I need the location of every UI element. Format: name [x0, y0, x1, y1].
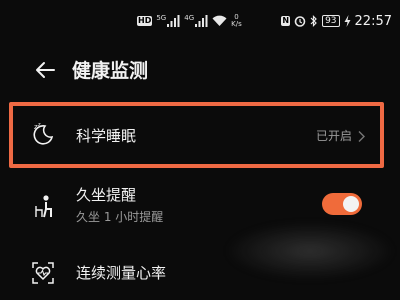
chevron-right-icon: [357, 128, 366, 142]
svg-text:z: z: [38, 122, 41, 128]
sleep-moon-icon: z z: [30, 120, 56, 146]
status-bar-right: N 93 22:57: [281, 12, 392, 30]
back-arrow-icon[interactable]: [34, 59, 56, 81]
toggle-knob: [343, 196, 359, 212]
list-item-heart-rate[interactable]: 连续测量心率: [0, 252, 400, 292]
clock: 22:57: [354, 13, 392, 29]
status-bar-left: HD 5G 4G 0 K/s: [137, 13, 242, 29]
signal-icon: 5G: [156, 15, 180, 27]
signal-icon: 4G: [184, 15, 208, 27]
page-title: 健康监测: [72, 60, 149, 82]
item-title: 连续测量心率: [76, 264, 167, 282]
speed-unit: K/s: [231, 20, 242, 28]
heart-rate-icon: [30, 260, 56, 286]
battery-icon: 93: [322, 15, 340, 27]
item-subtitle: 久坐 1 小时提醒: [76, 210, 164, 224]
item-title: 科学睡眠: [76, 127, 137, 145]
sleep-status: 已开启: [315, 129, 352, 143]
bluetooth-icon: [310, 12, 318, 31]
net1-label: 5G: [156, 14, 167, 22]
net2-label: 4G: [184, 14, 195, 22]
nfc-icon: N: [281, 16, 291, 26]
item-title: 久坐提醒: [76, 186, 137, 204]
charging-icon: [344, 12, 351, 31]
network-speed: 0 K/s: [231, 14, 242, 28]
sedentary-toggle[interactable]: [322, 193, 362, 215]
hd-icon: HD: [137, 16, 153, 26]
sedentary-person-icon: [30, 194, 56, 220]
wifi-icon: [212, 12, 227, 31]
status-bar: HD 5G 4G 0 K/s N 93 22:57: [0, 0, 400, 40]
alarm-icon: [294, 12, 306, 31]
page-header: 健康监测: [0, 52, 400, 88]
